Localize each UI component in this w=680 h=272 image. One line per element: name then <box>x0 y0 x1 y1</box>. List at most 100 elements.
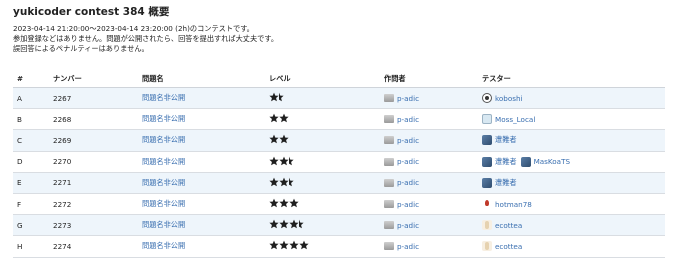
problem-id: B <box>17 114 22 124</box>
tester-avatar-icon <box>482 114 492 125</box>
tester-link[interactable]: 遭難者 <box>482 177 517 188</box>
problem-id: E <box>17 178 22 188</box>
level-stars <box>269 198 299 208</box>
author-name[interactable]: p-adic <box>397 94 419 103</box>
author-link[interactable]: p-adic <box>384 242 482 251</box>
level-stars <box>269 92 284 102</box>
table-row: E 2271 問題名非公開 p-adic 遭難者 <box>13 172 665 194</box>
tester-avatar-icon <box>482 135 492 146</box>
author-avatar-icon <box>384 178 394 187</box>
problem-name-link[interactable]: 問題名非公開 <box>142 178 185 187</box>
problem-name-link[interactable]: 問題名非公開 <box>142 114 185 123</box>
author-link[interactable]: p-adic <box>384 200 482 209</box>
tester-avatar-icon <box>482 199 492 210</box>
tester-name[interactable]: ecottea <box>495 242 522 251</box>
tester-cell: 遭難者 MasKoaTS <box>482 156 665 167</box>
half-star-icon <box>279 92 284 102</box>
header-level: レベル <box>269 73 291 83</box>
tester-avatar-icon <box>482 241 492 252</box>
tester-link[interactable]: MasKoaTS <box>520 156 570 167</box>
problem-id: C <box>17 135 23 145</box>
problem-id: A <box>17 93 22 103</box>
tester-name[interactable]: 遭難者 <box>495 178 517 188</box>
description-line: 参加登録などはありません。問題が公開されたら、回答を提出すれば大丈夫です。 <box>13 34 279 43</box>
header-problem-name: 問題名 <box>142 73 164 83</box>
tester-name[interactable]: 遭難者 <box>495 135 517 145</box>
author-name[interactable]: p-adic <box>397 136 419 145</box>
tester-link[interactable]: ecottea <box>482 241 522 252</box>
author-link[interactable]: p-adic <box>384 221 482 230</box>
tester-name[interactable]: ecottea <box>495 221 522 230</box>
problem-number: 2271 <box>53 178 72 188</box>
author-avatar-icon <box>384 200 394 209</box>
problem-number: 2274 <box>53 241 72 251</box>
problem-name-link[interactable]: 問題名非公開 <box>142 93 185 102</box>
level-stars <box>269 113 289 123</box>
star-icon <box>279 156 289 166</box>
star-icon <box>289 198 299 208</box>
half-star-icon <box>289 156 294 166</box>
tester-link[interactable]: koboshi <box>482 93 523 104</box>
table-row: B 2268 問題名非公開 p-adic Moss_Local <box>13 109 665 131</box>
table-row: C 2269 問題名非公開 p-adic 遭難者 <box>13 130 665 152</box>
header-number: ナンバー <box>53 73 82 83</box>
author-name[interactable]: p-adic <box>397 115 419 124</box>
tester-link[interactable]: ecottea <box>482 220 522 231</box>
problem-name-link[interactable]: 問題名非公開 <box>142 220 185 229</box>
star-icon <box>299 240 309 250</box>
star-icon <box>279 134 289 144</box>
tester-link[interactable]: 遭難者 <box>482 156 517 167</box>
table-row: D 2270 問題名非公開 p-adic 遭難者 MasKoaTS <box>13 151 665 173</box>
level-stars <box>269 177 294 187</box>
problem-table: # ナンバー 問題名 レベル 作問者 テスター A 2267 問題名非公開 p-adi… <box>13 70 665 258</box>
tester-cell: 遭難者 <box>482 135 665 146</box>
header-id: # <box>17 74 24 83</box>
author-name[interactable]: p-adic <box>397 221 419 230</box>
level-stars <box>269 240 309 250</box>
table-body: A 2267 問題名非公開 p-adic koboshi B 2268 問題名非公開 p-adi… <box>13 88 665 258</box>
tester-name[interactable]: MasKoaTS <box>534 157 570 166</box>
author-avatar-icon <box>384 221 394 230</box>
table-row: H 2274 問題名非公開 p-adic ecottea <box>13 236 665 258</box>
half-star-icon <box>289 177 294 187</box>
tester-link[interactable]: 遭難者 <box>482 135 517 146</box>
tester-avatar-icon <box>520 156 531 167</box>
problem-id: F <box>17 199 22 209</box>
tester-cell: koboshi <box>482 93 665 104</box>
tester-cell: 遭難者 <box>482 177 665 188</box>
author-link[interactable]: p-adic <box>384 157 482 166</box>
problem-number: 2268 <box>53 114 72 124</box>
problem-id: D <box>17 157 23 167</box>
star-icon <box>269 113 279 123</box>
tester-avatar-icon <box>482 156 492 167</box>
author-link[interactable]: p-adic <box>384 115 482 124</box>
author-link[interactable]: p-adic <box>384 94 482 103</box>
problem-name-link[interactable]: 問題名非公開 <box>142 199 185 208</box>
star-icon <box>279 219 289 229</box>
tester-name[interactable]: 遭難者 <box>495 157 517 167</box>
author-avatar-icon <box>384 136 394 145</box>
star-icon <box>289 240 299 250</box>
problem-name-link[interactable]: 問題名非公開 <box>142 135 185 144</box>
problem-number: 2267 <box>53 93 72 103</box>
problem-name-link[interactable]: 問題名非公開 <box>142 241 185 250</box>
problem-number: 2270 <box>53 157 72 167</box>
half-star-icon <box>299 219 304 229</box>
tester-link[interactable]: Moss_Local <box>482 114 535 125</box>
header-author: 作問者 <box>384 73 406 83</box>
problem-name-link[interactable]: 問題名非公開 <box>142 157 185 166</box>
tester-name[interactable]: hotman78 <box>495 200 532 209</box>
author-name[interactable]: p-adic <box>397 178 419 187</box>
author-name[interactable]: p-adic <box>397 200 419 209</box>
author-avatar-icon <box>384 94 394 103</box>
tester-link[interactable]: hotman78 <box>482 199 532 210</box>
author-link[interactable]: p-adic <box>384 178 482 187</box>
author-name[interactable]: p-adic <box>397 157 419 166</box>
tester-avatar-icon <box>482 93 492 104</box>
tester-name[interactable]: Moss_Local <box>495 115 535 124</box>
star-icon <box>269 198 279 208</box>
author-name[interactable]: p-adic <box>397 242 419 251</box>
author-avatar-icon <box>384 157 394 166</box>
tester-name[interactable]: koboshi <box>495 94 523 103</box>
author-link[interactable]: p-adic <box>384 136 482 145</box>
